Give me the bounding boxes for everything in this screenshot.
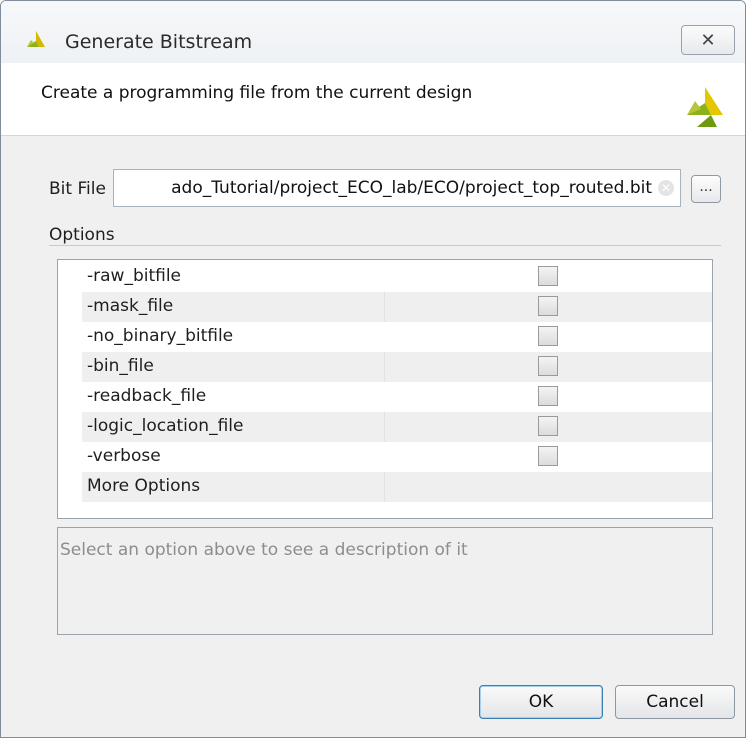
browse-button[interactable]: ... xyxy=(691,175,721,203)
dialog-description: Create a programming file from the curre… xyxy=(41,83,473,103)
option-row-raw-bitfile[interactable]: -raw_bitfile xyxy=(82,262,712,292)
option-row-no-binary-bitfile[interactable]: -no_binary_bitfile xyxy=(82,322,712,352)
option-name: -logic_location_file xyxy=(87,416,244,436)
vivado-logo-icon xyxy=(687,87,723,127)
column-divider xyxy=(384,412,385,442)
ok-button[interactable]: OK xyxy=(479,685,603,719)
bit-file-input[interactable]: ado_Tutorial/project_ECO_lab/ECO/project… xyxy=(113,169,681,207)
option-checkbox[interactable] xyxy=(538,446,558,466)
vivado-app-icon xyxy=(27,31,45,47)
option-row-bin-file[interactable]: -bin_file xyxy=(82,352,712,382)
option-name: -raw_bitfile xyxy=(87,266,182,286)
option-name: -verbose xyxy=(87,446,161,466)
option-description-box: Select an option above to see a descript… xyxy=(57,527,713,635)
close-icon: ✕ xyxy=(700,29,716,51)
clear-icon[interactable]: ✕ xyxy=(658,180,674,196)
bit-file-path: ado_Tutorial/project_ECO_lab/ECO/project… xyxy=(171,178,652,198)
option-row-logic-location-file[interactable]: -logic_location_file xyxy=(82,412,712,442)
more-options-label: More Options xyxy=(87,476,201,496)
bit-file-label: Bit File xyxy=(49,179,106,199)
column-divider xyxy=(384,472,385,502)
option-checkbox[interactable] xyxy=(538,386,558,406)
options-table: -raw_bitfile -mask_file -no_binary_bitfi… xyxy=(57,259,713,519)
option-row-verbose[interactable]: -verbose xyxy=(82,442,712,472)
option-checkbox[interactable] xyxy=(538,266,558,286)
options-section-label: Options xyxy=(49,225,115,245)
option-name: -bin_file xyxy=(87,356,154,376)
option-checkbox[interactable] xyxy=(538,326,558,346)
option-checkbox[interactable] xyxy=(538,416,558,436)
generate-bitstream-dialog: Generate Bitstream ✕ Create a programmin… xyxy=(0,0,746,738)
cancel-button[interactable]: Cancel xyxy=(615,685,735,719)
option-row-readback-file[interactable]: -readback_file xyxy=(82,382,712,412)
window-title: Generate Bitstream xyxy=(65,31,253,53)
option-description-placeholder: Select an option above to see a descript… xyxy=(60,540,468,560)
more-options-row[interactable]: More Options xyxy=(82,472,712,502)
option-name: -mask_file xyxy=(87,296,174,316)
option-name: -no_binary_bitfile xyxy=(87,326,234,346)
option-row-mask-file[interactable]: -mask_file xyxy=(82,292,712,322)
column-divider xyxy=(384,292,385,322)
options-divider xyxy=(49,245,721,246)
dialog-header: Create a programming file from the curre… xyxy=(1,63,745,136)
option-name: -readback_file xyxy=(87,386,207,406)
option-checkbox[interactable] xyxy=(538,356,558,376)
column-divider xyxy=(384,352,385,382)
close-button[interactable]: ✕ xyxy=(681,25,735,55)
option-checkbox[interactable] xyxy=(538,296,558,316)
